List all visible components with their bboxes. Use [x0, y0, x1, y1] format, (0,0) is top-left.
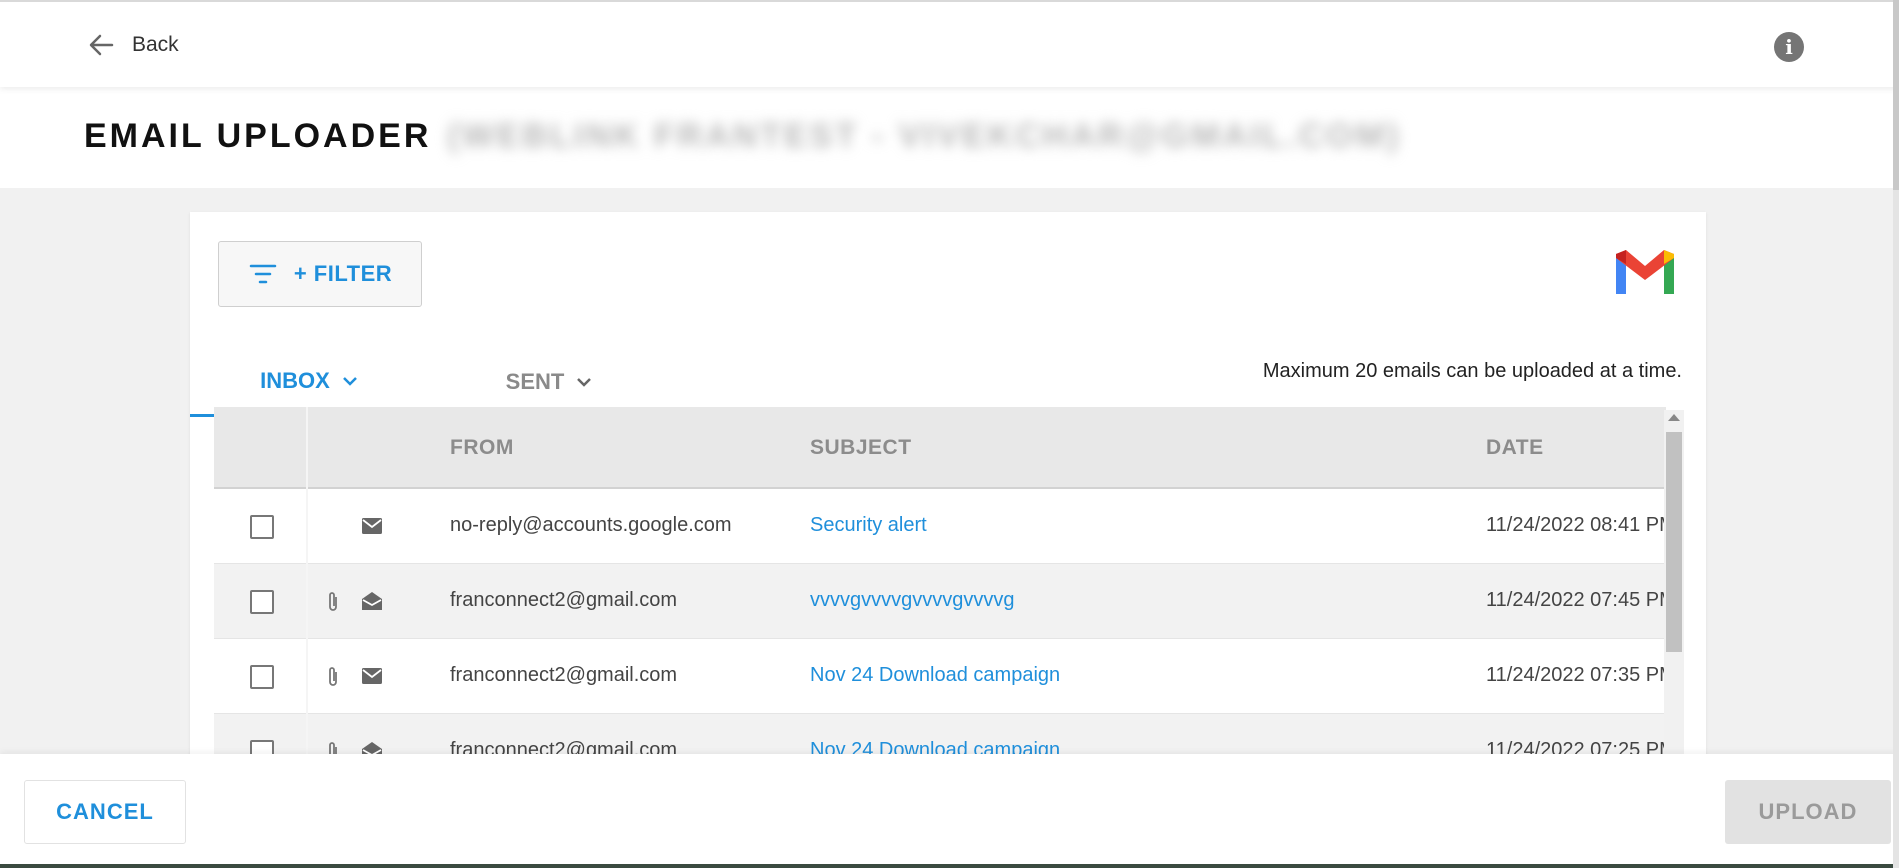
tab-inbox-label: INBOX — [260, 367, 330, 393]
gmail-logo-icon — [1616, 250, 1674, 294]
table-row[interactable]: no-reply@accounts.google.com Security al… — [214, 489, 1666, 564]
tab-sent-label: SENT — [505, 369, 565, 394]
chevron-down-icon — [577, 378, 592, 387]
column-header-subject[interactable]: SUBJECT — [810, 436, 912, 460]
cancel-button[interactable]: CANCEL — [24, 780, 186, 844]
email-subject-link[interactable]: Security alert — [810, 514, 927, 537]
page-title: EMAIL UPLOADER — [84, 117, 432, 155]
page-title-wrap: EMAIL UPLOADER (WEBLINK FRANTEST - VIVEK… — [84, 117, 1401, 156]
row-checkbox[interactable] — [250, 515, 274, 539]
column-header-from[interactable]: FROM — [450, 436, 514, 460]
email-from: franconnect2@gmail.com — [450, 664, 678, 686]
row-checkbox[interactable] — [250, 665, 274, 689]
scroll-thumb[interactable] — [1666, 432, 1682, 652]
email-table: FROM SUBJECT DATE no-reply@accounts.goog… — [214, 407, 1666, 812]
email-subject-link[interactable]: vvvvgvvvvgvvvvgvvvvg — [810, 589, 1015, 612]
footer-strip — [0, 864, 1899, 868]
column-divider — [306, 564, 308, 639]
upload-limit-notice: Maximum 20 emails can be uploaded at a t… — [1262, 360, 1682, 382]
filter-label: + FILTER — [293, 261, 393, 286]
back-label: Back — [132, 33, 179, 56]
mail-closed-icon — [362, 668, 382, 684]
column-header-date[interactable]: DATE — [1486, 436, 1544, 460]
email-list-card: + FILTER INBOX SENT Maximum 20 emails ca… — [190, 212, 1706, 812]
page-scrollbar[interactable] — [1893, 0, 1899, 868]
account-name-blurred: (WEBLINK FRANTEST - VIVEKCHAR@GMAIL.COM) — [447, 117, 1402, 155]
column-divider — [306, 639, 308, 714]
table-row[interactable]: franconnect2@gmail.com Nov 24 Download c… — [214, 639, 1666, 714]
bottom-action-bar: CANCEL UPLOAD — [0, 754, 1899, 868]
chevron-down-icon — [342, 376, 357, 386]
scroll-up-arrow-icon[interactable] — [1668, 414, 1680, 421]
email-from: no-reply@accounts.google.com — [450, 514, 732, 536]
email-date: 11/24/2022 07:35 PM — [1486, 664, 1666, 686]
email-from: franconnect2@gmail.com — [450, 589, 678, 611]
mail-open-icon — [362, 592, 382, 610]
table-row[interactable]: franconnect2@gmail.com vvvvgvvvvgvvvvgvv… — [214, 564, 1666, 639]
column-divider — [306, 489, 308, 564]
info-icon[interactable]: i — [1774, 32, 1804, 62]
attachment-icon — [329, 667, 337, 686]
filter-button[interactable]: + FILTER — [218, 241, 422, 307]
email-subject-link[interactable]: Nov 24 Download campaign — [810, 664, 1060, 687]
mail-closed-icon — [362, 518, 382, 534]
arrow-left-icon — [89, 34, 114, 56]
column-divider — [306, 407, 308, 489]
table-scrollbar[interactable] — [1664, 410, 1684, 812]
table-header: FROM SUBJECT DATE — [214, 407, 1666, 489]
attachment-icon — [329, 592, 337, 611]
page-scroll-thumb[interactable] — [1893, 0, 1899, 190]
back-button[interactable]: Back — [86, 30, 179, 60]
title-band: EMAIL UPLOADER (WEBLINK FRANTEST - VIVEK… — [0, 87, 1899, 188]
email-date: 11/24/2022 07:45 PM — [1486, 589, 1666, 611]
filter-icon — [249, 264, 277, 284]
row-checkbox[interactable] — [250, 590, 274, 614]
top-bar: Back i — [0, 0, 1899, 87]
upload-button[interactable]: UPLOAD — [1725, 780, 1891, 844]
email-date: 11/24/2022 08:41 PM — [1486, 514, 1666, 536]
